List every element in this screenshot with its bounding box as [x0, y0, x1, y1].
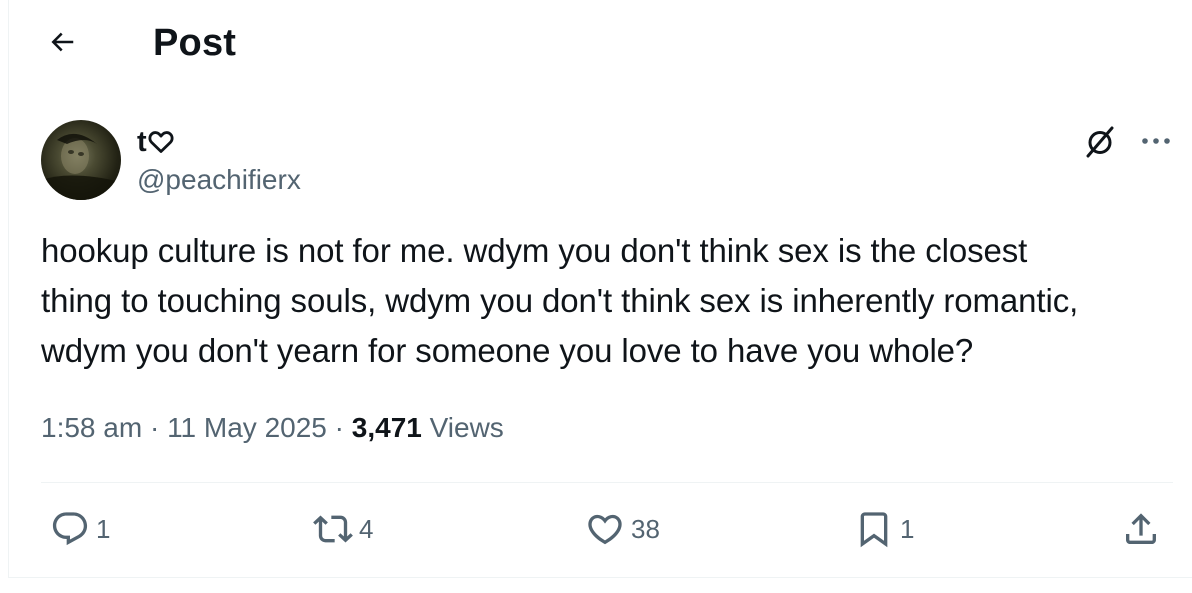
post-date[interactable]: 11 May 2025: [167, 412, 327, 443]
bookmark-count: 1: [900, 513, 915, 544]
display-name[interactable]: t: [137, 125, 174, 159]
heart-outline-icon: [148, 130, 174, 154]
post-time[interactable]: 1:58 am: [41, 412, 142, 443]
views-label: Views: [421, 412, 504, 443]
grok-icon: [1083, 125, 1117, 164]
back-button[interactable]: [40, 22, 84, 66]
grok-button[interactable]: [1080, 124, 1120, 164]
views-count: 3,471: [351, 412, 422, 443]
post-text-line: hookup culture is not for me. wdym you d…: [41, 232, 1028, 269]
reply-icon: [50, 509, 90, 549]
heart-icon: [585, 509, 625, 549]
bookmark-icon: [854, 509, 894, 549]
avatar[interactable]: [41, 120, 121, 200]
author-handle[interactable]: @peachifierx: [137, 163, 301, 197]
bookmark-button[interactable]: 1: [854, 507, 914, 551]
more-dots-icon: [1141, 133, 1171, 151]
post-meta: 1:58 am · 11 May 2025 · 3,471 Views: [41, 408, 504, 448]
more-options-button[interactable]: [1134, 124, 1178, 160]
reply-button[interactable]: 1: [50, 507, 110, 551]
repost-icon: [313, 509, 353, 549]
divider: [41, 482, 1173, 483]
display-name-text: t: [137, 126, 147, 158]
meta-separator: ·: [326, 412, 352, 443]
like-button[interactable]: 38: [585, 507, 660, 551]
post-text: hookup culture is not for me. wdym you d…: [41, 226, 1176, 376]
like-count: 38: [631, 513, 660, 544]
share-icon: [1121, 509, 1161, 549]
post-text-line: thing to touching souls, wdym you don't …: [41, 282, 1079, 319]
repost-count: 4: [359, 513, 374, 544]
share-button[interactable]: [1121, 507, 1161, 551]
repost-button[interactable]: 4: [313, 507, 373, 551]
reply-count: 1: [96, 513, 111, 544]
meta-separator: ·: [142, 412, 168, 443]
page-title: Post: [153, 22, 237, 64]
arrow-left-icon: [47, 27, 77, 62]
post-text-line: wdym you don't yearn for someone you lov…: [41, 332, 974, 369]
